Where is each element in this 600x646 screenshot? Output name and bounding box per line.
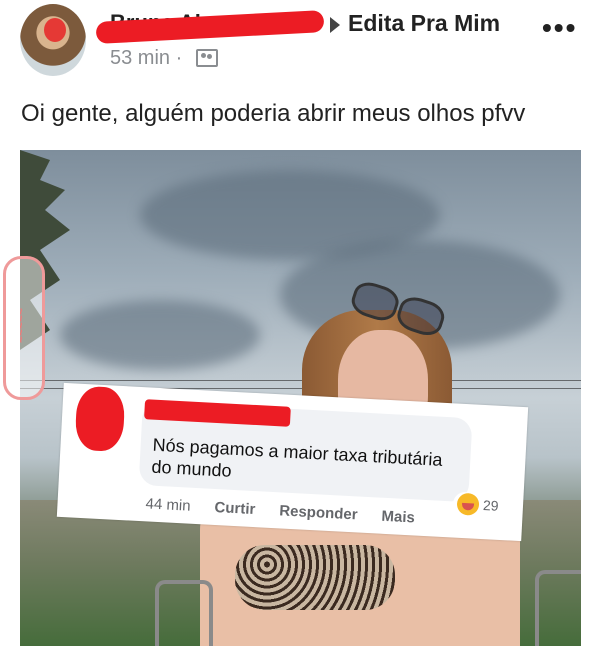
comment-actions: 44 min Curtir Responder Mais	[145, 495, 415, 526]
like-button[interactable]: Curtir	[214, 499, 256, 518]
bikini-top	[235, 545, 395, 610]
comment-time[interactable]: 44 min	[145, 495, 191, 514]
post-timestamp[interactable]: 53 min ·	[110, 47, 182, 70]
cloud-shape	[60, 300, 260, 370]
comment-card: Nós pagamos a maior taxa tributária do m…	[56, 382, 529, 542]
commenter-avatar-redaction[interactable]	[74, 385, 126, 453]
reply-button[interactable]: Responder	[279, 502, 358, 523]
timestamp-separator: ·	[175, 47, 183, 69]
watermark-lettering: ~~~~~	[14, 307, 28, 343]
chair-frame	[535, 570, 581, 646]
group-arrow-icon	[330, 17, 340, 33]
comment-reaction-badge[interactable]: 29	[452, 491, 504, 519]
watermark-stamp: ~~~~~	[3, 256, 45, 400]
author-avatar[interactable]	[20, 4, 86, 76]
haha-reaction-icon	[456, 492, 480, 516]
more-button[interactable]: Mais	[381, 508, 415, 527]
group-audience-icon	[196, 49, 218, 67]
group-name-link[interactable]: Edita Pra Mim	[348, 10, 500, 37]
chair-frame	[155, 580, 213, 646]
more-options-icon[interactable]: •••	[542, 12, 577, 44]
timestamp-text: 53 min	[110, 47, 171, 69]
power-line	[20, 380, 581, 381]
avatar-redaction-mark	[44, 18, 66, 42]
reaction-count: 29	[482, 497, 499, 514]
post-text: Oi gente, alguém poderia abrir meus olho…	[21, 100, 526, 127]
